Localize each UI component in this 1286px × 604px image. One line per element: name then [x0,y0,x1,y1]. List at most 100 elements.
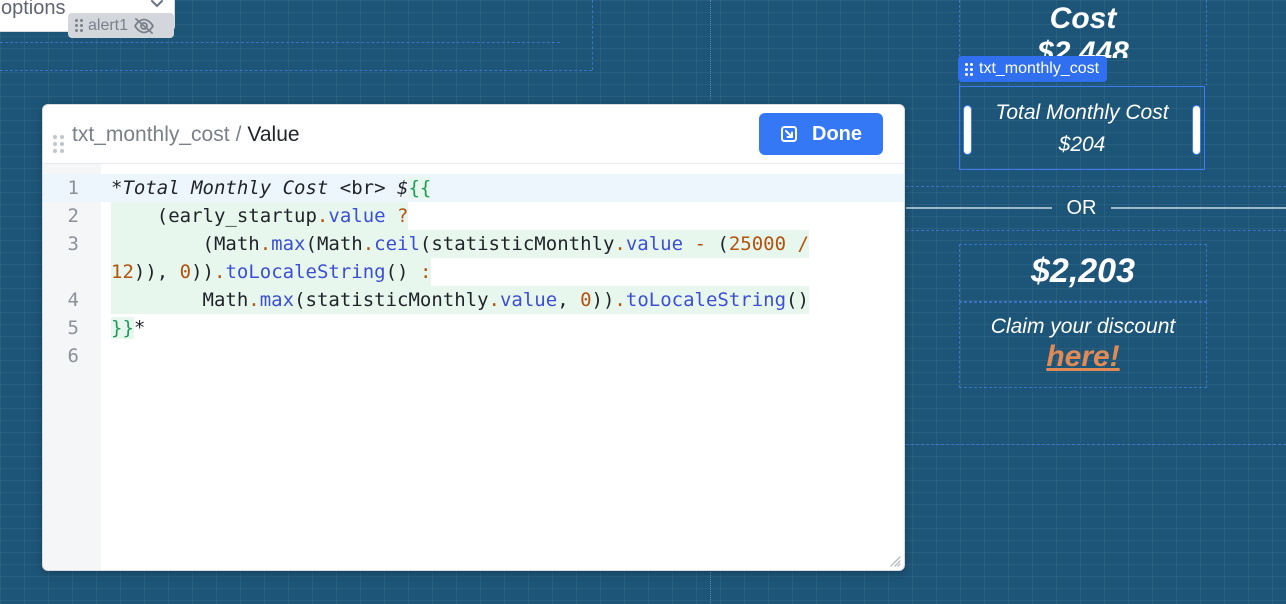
code-token: . [614,233,626,255]
code-token: value [499,289,558,311]
code-token: ( [717,233,729,255]
code-token: (Math [202,233,260,255]
code-token: . [214,261,226,283]
code-token: () [786,289,809,311]
code-token: 0 [179,261,192,283]
code-token: <br> [339,177,386,199]
code-token: )), [133,261,180,283]
value-editor-panel: txt_monthly_cost / Value Done 1 *Total Mon… [42,104,905,571]
code-token: (statisticMonthly [419,233,615,255]
discount-price: $2,203 [1031,252,1135,290]
alert-component-tag[interactable]: alert1 [68,13,174,38]
collapse-icon [781,126,797,142]
chevron-down-icon [151,0,163,8]
line-number: 5 [67,317,79,339]
code-token: . [614,289,626,311]
line-number: 6 [67,345,79,367]
code-token: (statisticMonthly [294,289,489,311]
line-number: 1 [67,177,79,199]
code-token: value [625,233,684,255]
code-token: $ [385,177,409,199]
claim-discount-link[interactable]: here! [960,340,1206,374]
code-line: 1 *Total Monthly Cost <br> ${{ [43,174,904,202]
code-token: }} [111,317,134,339]
code-token: , [557,289,581,311]
selected-component-label: txt_monthly_cost [979,60,1100,77]
code-token: (Math [305,233,363,255]
breadcrumb: txt_monthly_cost / Value [72,123,300,147]
code-line: 6 [43,342,904,370]
code-token: 0 [580,289,592,311]
done-button[interactable]: Done [759,113,883,155]
code-token: max [271,233,306,255]
code-token: )) [591,289,615,311]
code-token: toLocaleString [225,261,386,283]
code-token: . [248,289,260,311]
canvas-guide [906,230,1286,231]
canvas-guide [906,186,1286,187]
breadcrumb-field: Value [247,123,300,146]
code-token: : [419,261,432,283]
code-token: - [683,233,718,255]
code-token: () [385,261,420,283]
code-token: max [259,289,295,311]
monthly-cost-value: $204 [1058,133,1106,156]
editor-header: txt_monthly_cost / Value Done [43,105,904,164]
code-line: 4 Math.max(statisticMonthly.value, 0)).t… [43,286,904,314]
code-token: (early_startup [156,205,317,227]
code-token: / [786,233,809,255]
code-token: ceil [374,233,420,255]
monthly-cost-label: Total Monthly Cost [995,101,1169,124]
code-line-wrapped: 12)), 0)).toLocaleString() : [43,258,904,286]
line-number: 4 [67,289,79,311]
code-token: ? [385,205,409,227]
txt-monthly-cost-component[interactable]: Total Monthly Cost $204 [959,86,1205,170]
divider-line [906,207,1052,209]
breadcrumb-component: txt_monthly_cost [72,123,230,146]
canvas-guide [710,0,711,100]
canvas-guide [906,444,1286,445]
line-number: 3 [67,233,79,255]
eye-off-icon[interactable] [133,17,155,34]
code-token: )) [191,261,214,283]
or-divider-text: OR [1066,197,1097,219]
claim-discount-text: Claim your discount [990,315,1176,338]
alert-tag-label: alert1 [88,16,129,34]
code-token: 12 [111,261,134,283]
drag-handle-icon[interactable] [965,62,973,76]
code-token: toLocaleString [625,289,787,311]
canvas-guide [592,0,593,70]
cost-heading: Cost [1049,2,1117,35]
code-token: *Total Monthly Cost [111,177,340,199]
code-line: 3 (Math.max(Math.ceil(statisticMonthly.v… [43,230,904,258]
code-editor[interactable]: 1 *Total Monthly Cost <br> ${{ 2 (early_… [43,164,904,570]
code-token: 25000 [728,233,787,255]
code-token: Math [202,289,249,311]
breadcrumb-separator: / [235,123,242,146]
code-token: . [316,205,329,227]
canvas-guide [710,572,711,604]
code-token: . [362,233,375,255]
options-select-value: options [1,0,66,19]
divider-line [1111,207,1286,209]
code-token: * [133,317,146,339]
resize-handle-right[interactable] [1192,105,1201,155]
resize-grip-icon[interactable] [887,553,901,567]
drag-handle-icon[interactable] [53,126,64,153]
selected-component-tag[interactable]: txt_monthly_cost [958,56,1108,82]
line-number: 2 [67,205,79,227]
canvas-guide [1206,0,1207,86]
canvas-guide [0,70,592,71]
code-token: . [259,233,272,255]
canvas-guide [0,42,560,43]
code-token: value [328,205,386,227]
code-line: 2 (early_startup.value ? [43,202,904,230]
code-token: {{ [408,177,432,199]
cost-heading-amount: $2,448 [1037,36,1129,58]
drag-handle-icon[interactable] [75,19,83,32]
code-line: 5 }}* [43,314,904,342]
code-token: . [488,289,500,311]
